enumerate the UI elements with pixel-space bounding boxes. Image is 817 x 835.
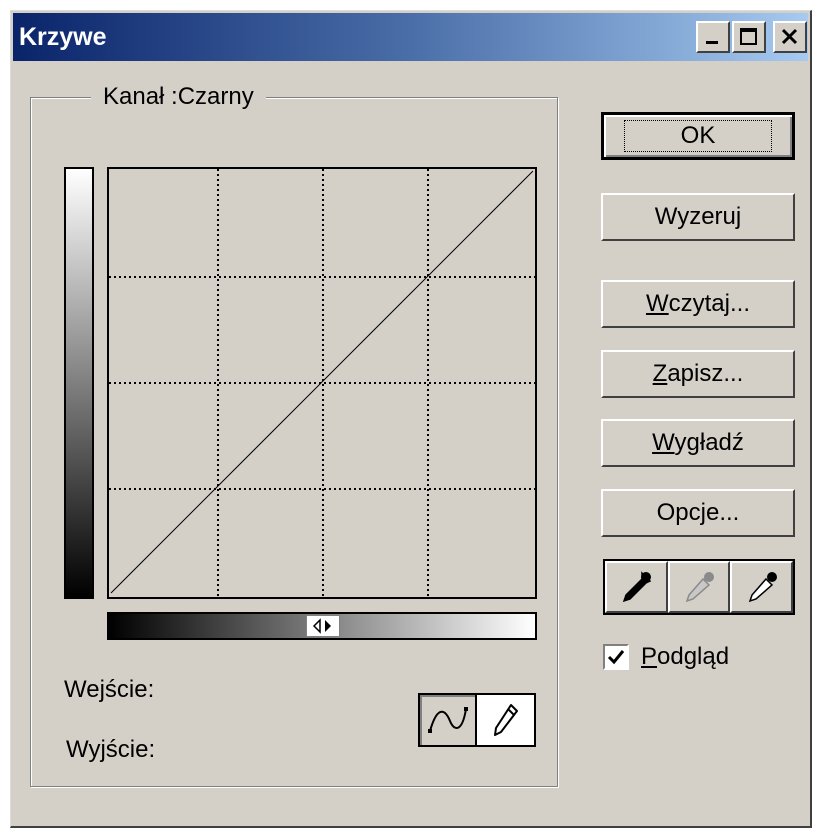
eyedropper-white-icon [748, 572, 777, 603]
channel-legend: Kanał :Czarny [91, 82, 266, 112]
maximize-icon [740, 28, 757, 45]
curve-graph[interactable] [107, 167, 537, 599]
eyedropper-black-icon [623, 571, 652, 603]
reset-button[interactable]: Wyzeruj [601, 193, 795, 241]
window-title: Krzywe [19, 23, 107, 51]
close-icon [781, 28, 798, 45]
black-eyedropper-button[interactable] [605, 561, 668, 613]
output-gradient-bar [64, 167, 94, 599]
options-button-label: Opcje... [656, 499, 740, 526]
curve-tool-button[interactable] [420, 695, 477, 745]
input-label: Wejście: [64, 676, 155, 703]
reset-button-label: Wyzeruj [654, 203, 742, 230]
preview-option[interactable]: Podgląd [603, 643, 729, 671]
smooth-button-label: Wygładź [652, 429, 744, 456]
save-button[interactable]: Zapisz... [601, 350, 795, 398]
output-label: Wyjście: [66, 736, 156, 763]
ok-button[interactable]: OK [601, 112, 795, 160]
pencil-tool-button[interactable] [477, 695, 534, 745]
eyedropper-gray-icon [685, 572, 714, 603]
curve-tool-group [418, 693, 536, 747]
load-button[interactable]: Wczytaj... [601, 280, 795, 328]
white-eyedropper-button[interactable] [730, 561, 794, 613]
input-gradient-bar [107, 612, 537, 640]
gray-eyedropper-button[interactable] [667, 561, 731, 613]
checkmark-icon [607, 650, 625, 665]
gradient-direction-toggle[interactable] [306, 615, 340, 637]
save-button-label: Zapisz... [652, 360, 744, 387]
maximize-button[interactable] [732, 21, 766, 53]
title-bar[interactable]: Krzywe [13, 13, 808, 61]
curve-grid [109, 169, 535, 597]
curve-tool-icon [427, 707, 468, 733]
smooth-button[interactable]: Wygładź [601, 419, 795, 467]
options-button[interactable]: Opcje... [601, 489, 795, 537]
preview-label: Podgląd [641, 643, 730, 670]
load-button-label: Wczytaj... [645, 290, 750, 317]
minimize-button[interactable] [696, 21, 730, 53]
ok-button-label: OK [623, 120, 773, 152]
eyedropper-group [603, 559, 795, 615]
pencil-icon [493, 704, 518, 736]
gradient-direction-toggle-icon [312, 618, 331, 634]
minimize-icon [706, 41, 718, 44]
preview-checkbox[interactable] [603, 644, 629, 670]
close-button[interactable] [773, 21, 807, 53]
